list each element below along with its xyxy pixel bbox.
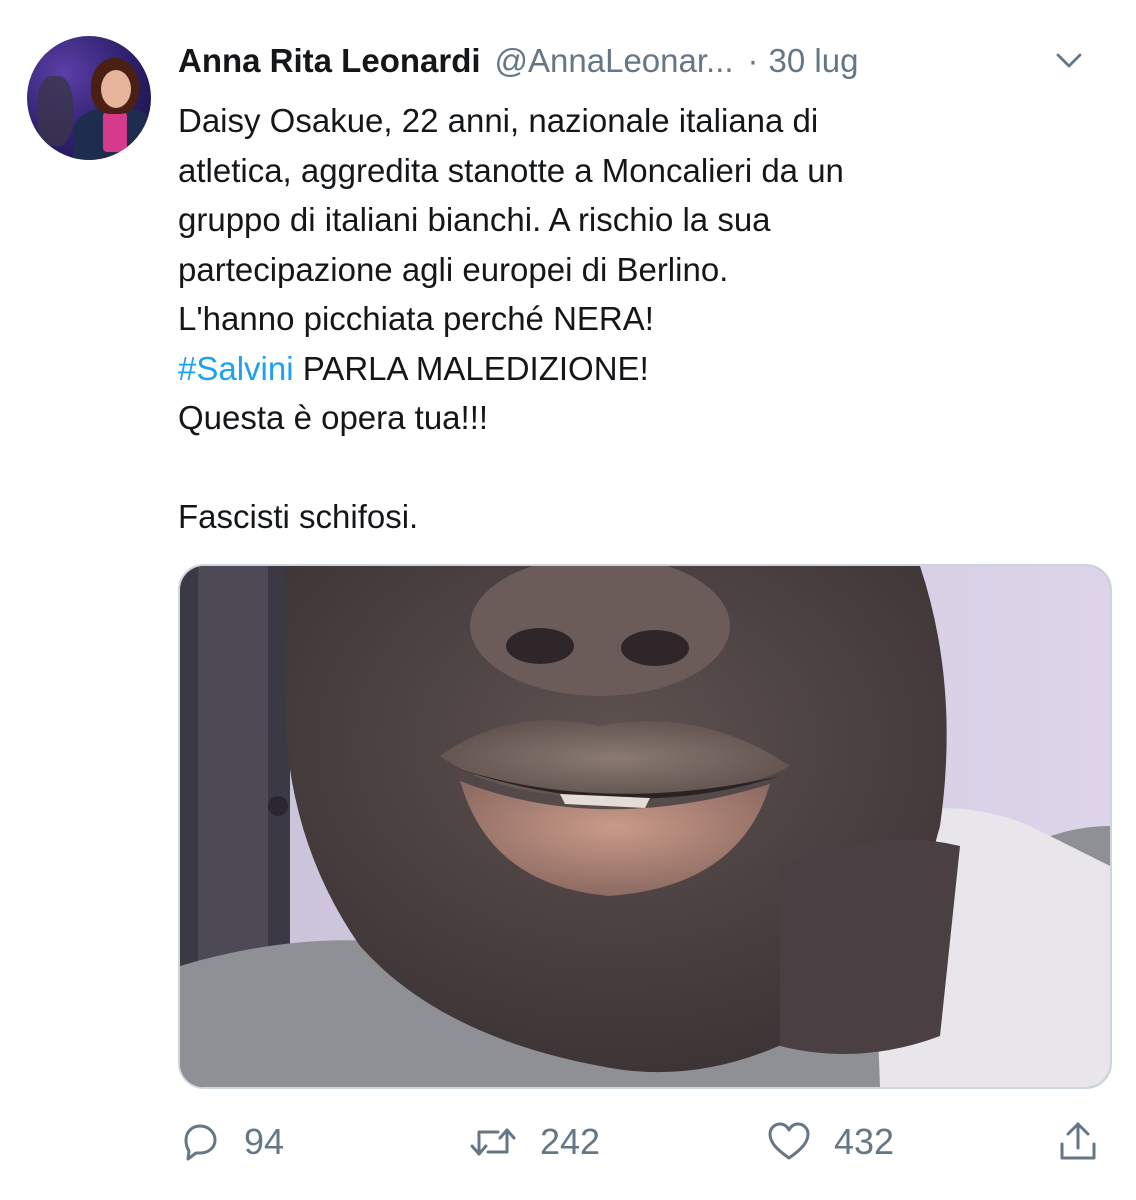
share-button[interactable] (1058, 1110, 1120, 1174)
heart-icon (768, 1122, 810, 1160)
tweet-date[interactable]: 30 lug (769, 42, 859, 80)
photo-illustration (180, 566, 1110, 1087)
tweet-header: Anna Rita Leonardi @AnnaLeonar... · 30 l… (178, 36, 1118, 86)
chevron-down-icon[interactable] (1054, 46, 1084, 76)
tweet-text-line: partecipazione agli europei di Berlino. (178, 250, 729, 288)
reply-bubble-icon (184, 1124, 217, 1161)
tweet-text: Daisy Osakue, 22 anni, nazionale italian… (178, 96, 1098, 542)
tweet-actions: 94 242 432 (178, 1110, 1108, 1174)
reply-count: 94 (244, 1121, 285, 1162)
tweet-text-line: Daisy Osakue, 22 anni, nazionale italian… (178, 102, 819, 139)
tweet-text-line: atletica, aggredita stanotte a Moncalier… (178, 151, 844, 189)
avatar-face (101, 70, 131, 108)
retweet-count: 242 (540, 1121, 601, 1162)
reply-button[interactable]: 94 (178, 1110, 284, 1174)
like-button[interactable]: 432 (766, 1110, 894, 1174)
tweet-text-line: #Salvini PARLA MALEDIZIONE! (178, 344, 1098, 394)
share-upload-icon (1060, 1122, 1096, 1160)
retweet-arrows-icon (470, 1128, 516, 1156)
like-count: 432 (834, 1121, 895, 1162)
author-name[interactable]: Anna Rita Leonardi (178, 42, 481, 80)
avatar-background-figure (37, 76, 73, 146)
separator-dot: · (747, 42, 759, 79)
tweet-text-line: gruppo di italiani bianchi. A rischio la… (178, 201, 771, 238)
tweet-text-line: L'hanno picchiata perché NERA! (178, 300, 654, 337)
retweet-button[interactable]: 242 (468, 1110, 600, 1174)
author-avatar[interactable] (27, 36, 151, 160)
tweet-text-line: Fascisti schifosi. (178, 498, 419, 535)
tweet-text-blank-line (178, 443, 1098, 493)
tweet-text-fragment: PARLA MALEDIZIONE! (293, 349, 649, 387)
author-handle[interactable]: @AnnaLeonar... (495, 42, 734, 80)
avatar-shirt (103, 112, 127, 152)
tweet-text-line: Questa è opera tua!!! (178, 399, 489, 436)
tweet-media-photo[interactable] (178, 564, 1112, 1089)
hashtag-link[interactable]: #Salvini (178, 350, 294, 387)
